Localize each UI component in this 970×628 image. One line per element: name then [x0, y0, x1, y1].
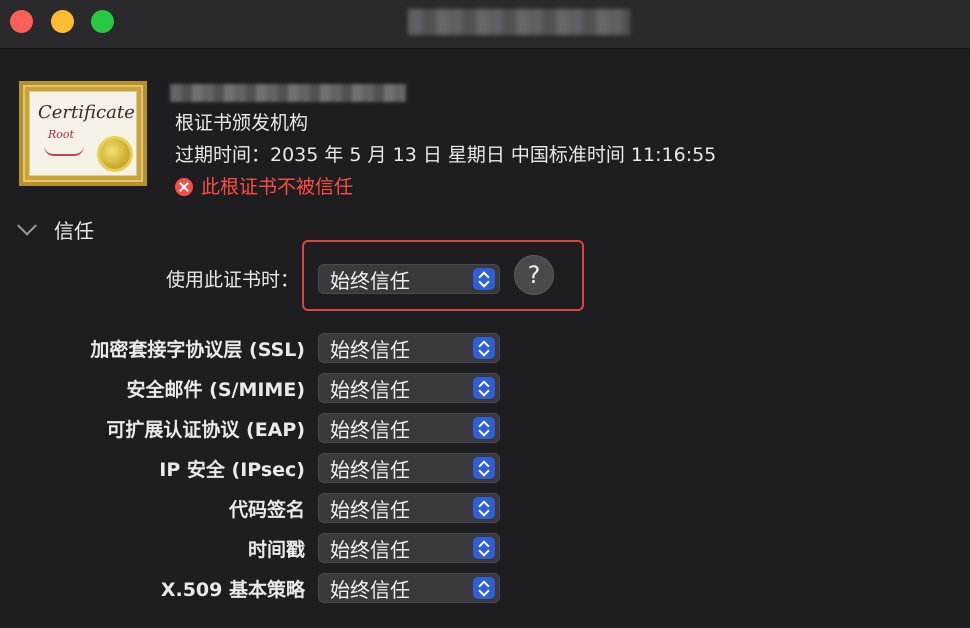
popup-value: 始终信任 [330, 417, 410, 442]
zoom-window-button[interactable] [91, 10, 114, 33]
issuer-type: 根证书颁发机构 [175, 112, 309, 134]
ipsec-trust-popup[interactable]: 始终信任 [318, 453, 500, 483]
redacted-window-title [408, 9, 630, 35]
trust-disclosure[interactable]: 信任 [17, 215, 94, 244]
popup-value: 始终信任 [330, 337, 410, 362]
up-down-stepper-icon[interactable] [473, 457, 495, 479]
up-down-stepper-icon[interactable] [473, 537, 495, 559]
error-circle-icon [175, 178, 193, 196]
trust-row-label: 加密套接字协议层 (SSL) [90, 339, 305, 361]
up-down-stepper-icon[interactable] [473, 577, 495, 599]
up-down-stepper-icon[interactable] [473, 377, 495, 399]
popup-value: 始终信任 [330, 457, 410, 482]
popup-value: 始终信任 [330, 537, 410, 562]
up-down-stepper-icon[interactable] [473, 417, 495, 439]
x509-trust-popup[interactable]: 始终信任 [318, 573, 500, 603]
primary-trust-popup[interactable]: 始终信任 [318, 264, 500, 294]
trust-row-label: IP 安全 (IPsec) [159, 459, 305, 481]
chevron-down-icon[interactable] [17, 215, 37, 236]
trust-row-label: X.509 基本策略 [160, 579, 305, 601]
trust-section-label: 信任 [54, 219, 94, 243]
certificate-icon: Certificate Root [19, 81, 147, 186]
popup-value: 始终信任 [330, 268, 410, 293]
popup-value: 始终信任 [330, 377, 410, 402]
up-down-stepper-icon[interactable] [473, 497, 495, 519]
trust-row-label: 可扩展认证协议 (EAP) [106, 419, 305, 441]
trust-warning-text: 此根证书不被信任 [201, 176, 354, 198]
smime-trust-popup[interactable]: 始终信任 [318, 373, 500, 403]
trust-row-label: 时间戳 [247, 539, 305, 561]
title-bar [0, 0, 970, 49]
primary-trust-label: 使用此证书时： [165, 269, 299, 291]
timestamp-trust-popup[interactable]: 始终信任 [318, 533, 500, 563]
certificate-icon-subword: Root [48, 128, 74, 141]
redacted-certificate-name [170, 84, 406, 102]
popup-value: 始终信任 [330, 497, 410, 522]
minimize-window-button[interactable] [51, 10, 74, 33]
close-window-button[interactable] [10, 10, 33, 33]
certificate-paper: Certificate Root [29, 91, 137, 176]
trust-status: 此根证书不被信任 [175, 175, 353, 199]
up-down-stepper-icon[interactable] [473, 268, 495, 290]
code-signing-trust-popup[interactable]: 始终信任 [318, 493, 500, 523]
certificate-icon-word: Certificate [38, 102, 135, 123]
help-button[interactable]: ? [514, 255, 554, 295]
eap-trust-popup[interactable]: 始终信任 [318, 413, 500, 443]
expiry-date: 过期时间：2035 年 5 月 13 日 星期日 中国标准时间 11:16:55 [175, 144, 717, 166]
trust-row-label: 代码签名 [228, 499, 305, 521]
up-down-stepper-icon[interactable] [473, 337, 495, 359]
certificate-window: Certificate Root 根证书颁发机构 过期时间：2035 年 5 月… [0, 0, 970, 628]
trust-row-label: 安全邮件 (S/MIME) [126, 379, 305, 401]
popup-value: 始终信任 [330, 577, 410, 602]
gold-seal-icon [100, 139, 130, 169]
flourish-icon [44, 146, 84, 156]
ssl-trust-popup[interactable]: 始终信任 [318, 333, 500, 363]
